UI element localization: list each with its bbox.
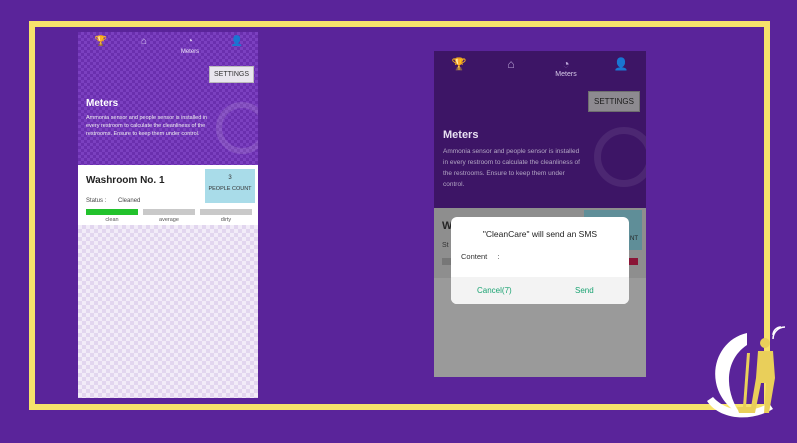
page-description: Ammonia sensor and people sensor is inst…	[86, 115, 208, 137]
nav-meters-dimmed[interactable]: ◔ Meters	[549, 57, 583, 79]
logo-mop-handle	[743, 353, 750, 407]
logo-mop-head	[737, 407, 753, 413]
level-label-clean: clean	[105, 217, 119, 223]
status-label: Status :	[86, 198, 107, 204]
sms-dialog: "CleanCare" will send an SMS Content : C…	[451, 217, 629, 304]
meter-icon: ◔	[562, 57, 570, 71]
page-description-dimmed: Ammonia sensor and people sensor is inst…	[443, 148, 580, 188]
wifi-signal-icon	[772, 326, 786, 340]
level-label-dirty: dirty	[220, 217, 232, 223]
nav-meters[interactable]: ◔ Meters	[175, 36, 205, 56]
nav-meters-label-dimmed: Meters	[555, 71, 577, 78]
cleanliness-meter: clean average dirty	[86, 209, 252, 223]
home-icon: ⌂	[140, 36, 148, 47]
nav-trophy[interactable]: 🏆	[86, 36, 116, 48]
washroom-title: Washroom No. 1	[86, 175, 165, 186]
dialog-content-separator: :	[497, 252, 500, 261]
level-bar-average	[143, 209, 195, 215]
cancel-button[interactable]: Cancel(7)	[477, 286, 512, 295]
status-value: Cleaned	[118, 198, 141, 204]
user-icon: 👤	[613, 57, 629, 71]
phone-screen-sms-dialog: 🏆 ⌂ ◔ Meters 👤 SETTINGS Meters Ammonia s…	[434, 51, 646, 377]
status-label-partial: St	[442, 242, 449, 249]
gauge-watermark-icon	[594, 127, 646, 187]
send-button[interactable]: Send	[575, 286, 594, 295]
dialog-footer: Cancel(7) Send	[451, 277, 629, 304]
empty-list-area	[78, 225, 258, 398]
meter-icon: ◔	[186, 36, 194, 47]
page-title: Meters	[86, 98, 119, 109]
home-icon: ⌂	[507, 57, 515, 71]
meters-header: 🏆 ⌂ ◔ Meters 👤 SETTINGS Meters Ammonia s…	[78, 32, 258, 165]
nav-home[interactable]: ⌂	[129, 36, 159, 48]
phone-screen-meters: 🏆 ⌂ ◔ Meters 👤 SETTINGS Meters Ammonia s…	[78, 32, 258, 398]
washroom-card[interactable]: Washroom No. 1 3 PEOPLE COUNT Status : C…	[78, 165, 258, 225]
status-line: Status : Cleaned	[86, 198, 140, 204]
cleancare-logo	[707, 326, 786, 418]
nav-trophy-dimmed[interactable]: 🏆	[442, 57, 476, 71]
nav-profile-dimmed[interactable]: 👤	[604, 57, 638, 71]
logo-figure-body	[750, 351, 775, 413]
nav-profile[interactable]: 👤	[222, 36, 252, 48]
logo-figure-head	[760, 338, 770, 348]
settings-button-dimmed[interactable]: SETTINGS	[587, 91, 640, 112]
level-bar-clean	[86, 209, 138, 215]
page-title-dimmed: Meters	[443, 129, 479, 141]
trophy-icon: 🏆	[94, 36, 108, 47]
dialog-title: "CleanCare" will send an SMS	[482, 229, 598, 239]
nav-home-dimmed[interactable]: ⌂	[494, 57, 528, 71]
gauge-watermark-icon	[216, 102, 258, 154]
nav-meters-label: Meters	[180, 49, 200, 55]
top-nav-dimmed: 🏆 ⌂ ◔ Meters 👤	[434, 51, 646, 81]
people-count-badge: 3 PEOPLE COUNT	[205, 169, 255, 203]
level-label-average: average	[159, 217, 179, 223]
logo-swoosh	[715, 333, 747, 415]
trophy-icon: 🏆	[451, 57, 467, 71]
dialog-content-row: Content :	[461, 252, 499, 261]
level-bar-dirty	[200, 209, 252, 215]
top-nav: 🏆 ⌂ ◔ Meters 👤	[78, 32, 258, 58]
user-icon: 👤	[230, 36, 244, 47]
meters-header-dimmed: 🏆 ⌂ ◔ Meters 👤 SETTINGS Meters Ammonia s…	[434, 51, 646, 208]
settings-button[interactable]: SETTINGS	[208, 66, 254, 83]
people-count-value: 3	[228, 175, 232, 181]
dialog-content-label: Content	[461, 252, 488, 261]
people-count-label: PEOPLE COUNT	[208, 186, 252, 192]
